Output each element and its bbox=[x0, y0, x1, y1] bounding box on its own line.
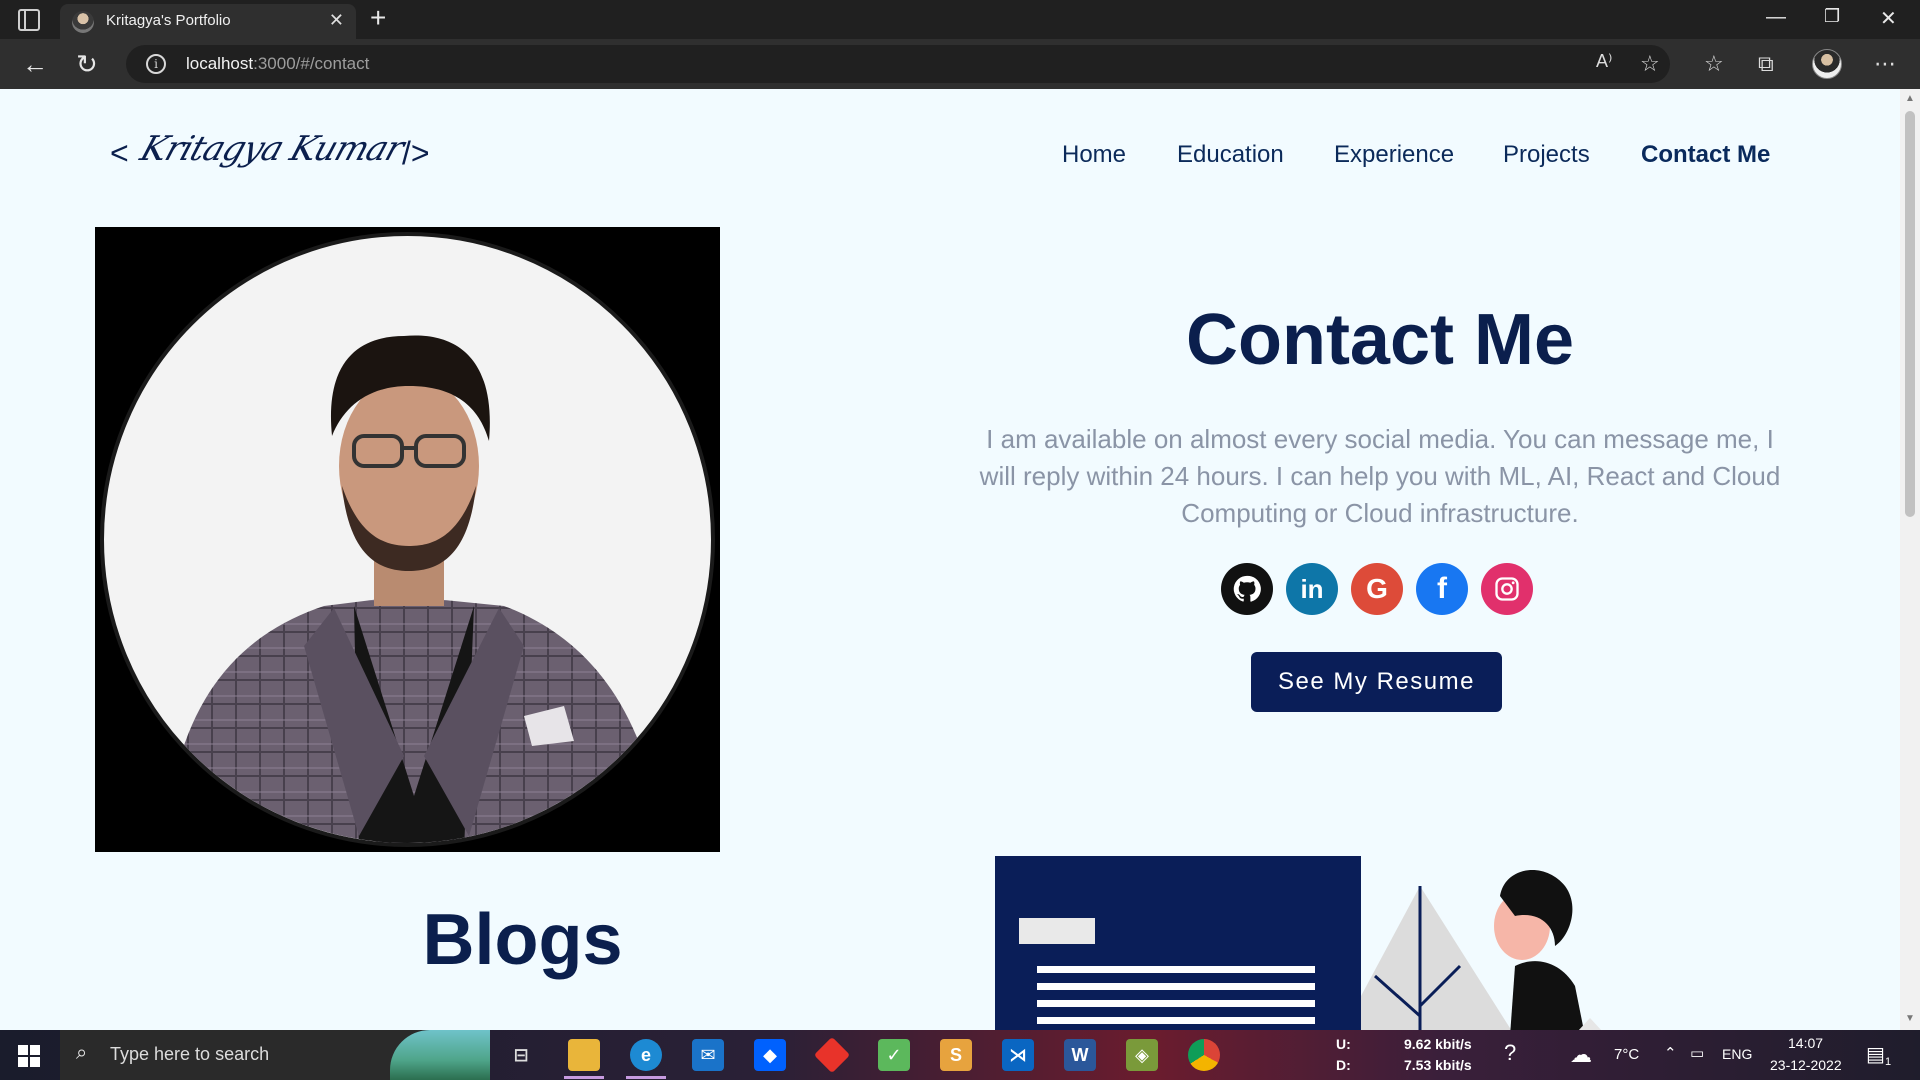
upload-speed: 9.62 kbit/s bbox=[1404, 1036, 1472, 1052]
github-icon[interactable] bbox=[1221, 563, 1273, 615]
profile-photo-circle bbox=[100, 232, 715, 847]
vscode-icon[interactable]: ⋊ bbox=[1002, 1039, 1034, 1071]
file-explorer-icon[interactable] bbox=[568, 1039, 600, 1071]
windows-taskbar: ⌕ Type here to search ⊟ e ✉ ◆ ✓ S ⋊ W ◈ … bbox=[0, 1030, 1920, 1080]
site-info-icon[interactable]: i bbox=[146, 54, 166, 74]
help-icon[interactable]: ? bbox=[1504, 1040, 1516, 1066]
url-field[interactable]: i localhost:3000/#/contact bbox=[126, 45, 1670, 83]
edge-indicator bbox=[626, 1076, 666, 1079]
language-indicator[interactable]: ENG bbox=[1722, 1046, 1752, 1062]
address-bar: ← ↻ i localhost:3000/#/contact A⁾ ☆ ☆ ⧉ … bbox=[0, 39, 1920, 89]
task-view-icon[interactable]: ⊟ bbox=[505, 1039, 537, 1071]
nav-contact-me[interactable]: Contact Me bbox=[1641, 141, 1770, 169]
linkedin-icon[interactable]: in bbox=[1286, 563, 1338, 615]
clock-date[interactable]: 23-12-2022 bbox=[1770, 1057, 1842, 1073]
mail-icon[interactable]: ✉ bbox=[692, 1039, 724, 1071]
person-figure bbox=[164, 335, 664, 843]
facebook-icon[interactable]: f bbox=[1416, 563, 1468, 615]
new-tab-icon[interactable]: + bbox=[370, 2, 386, 34]
taskbar-search-placeholder: Type here to search bbox=[110, 1044, 270, 1064]
weather-cloud-icon[interactable]: ☁ bbox=[1570, 1042, 1592, 1068]
word-icon[interactable]: W bbox=[1064, 1039, 1096, 1071]
url-path: :3000/#/contact bbox=[253, 54, 370, 73]
tab-actions-icon[interactable] bbox=[18, 9, 40, 31]
add-favorite-icon[interactable]: ☆ bbox=[1640, 51, 1660, 77]
logo-open-bracket: < bbox=[110, 135, 129, 171]
search-icon: ⌕ bbox=[76, 1042, 88, 1064]
file-explorer-indicator bbox=[564, 1076, 604, 1079]
search-highlight-image bbox=[390, 1030, 490, 1080]
nav-education[interactable]: Education bbox=[1177, 141, 1284, 169]
checkmark-app-icon[interactable]: ✓ bbox=[878, 1039, 910, 1071]
upload-label: U: bbox=[1336, 1036, 1351, 1052]
sublime-icon[interactable]: S bbox=[940, 1039, 972, 1071]
refresh-icon[interactable]: ↻ bbox=[76, 49, 98, 80]
blogs-title: Blogs bbox=[422, 900, 623, 980]
see-resume-button[interactable]: See My Resume bbox=[1251, 652, 1502, 712]
download-label: D: bbox=[1336, 1057, 1351, 1073]
url-text: localhost:3000/#/contact bbox=[186, 54, 369, 74]
dropbox-icon[interactable]: ◆ bbox=[754, 1039, 786, 1071]
scroll-down-icon[interactable]: ▼ bbox=[1905, 1013, 1915, 1024]
temperature[interactable]: 7°C bbox=[1614, 1046, 1639, 1063]
tab-close-icon[interactable]: ✕ bbox=[329, 10, 344, 31]
logo-close-bracket: /> bbox=[402, 135, 430, 171]
instagram-icon[interactable] bbox=[1481, 563, 1533, 615]
restore-icon[interactable]: ❐ bbox=[1824, 6, 1840, 27]
download-speed: 7.53 kbit/s bbox=[1404, 1057, 1472, 1073]
read-aloud-icon[interactable]: A⁾ bbox=[1596, 51, 1612, 72]
collections-icon[interactable]: ⧉ bbox=[1758, 51, 1774, 77]
page-scrollbar[interactable]: ▲ ▼ bbox=[1900, 89, 1920, 1030]
browser-tab-bar: Kritagya's Portfolio ✕ + — ❐ ✕ bbox=[0, 0, 1920, 39]
battery-icon[interactable]: ▭ bbox=[1690, 1044, 1704, 1062]
profile-photo bbox=[95, 227, 720, 852]
favorites-icon[interactable]: ☆ bbox=[1704, 51, 1724, 77]
blog-illustration bbox=[995, 856, 1602, 1030]
more-menu-icon[interactable]: ⋯ bbox=[1874, 51, 1896, 77]
contact-title: Contact Me bbox=[1185, 300, 1575, 380]
git-app-icon[interactable]: ◈ bbox=[1126, 1039, 1158, 1071]
nav-home[interactable]: Home bbox=[1062, 141, 1126, 169]
taskbar-search[interactable]: ⌕ Type here to search bbox=[60, 1030, 490, 1080]
tab-title: Kritagya's Portfolio bbox=[106, 12, 231, 29]
browser-tab[interactable]: Kritagya's Portfolio ✕ bbox=[60, 4, 356, 39]
anydesk-icon[interactable] bbox=[813, 1036, 851, 1074]
notification-icon[interactable]: ▤ bbox=[1866, 1042, 1885, 1067]
google-icon[interactable]: G bbox=[1351, 563, 1403, 615]
notification-count: 1 bbox=[1885, 1056, 1892, 1068]
windows-start-icon[interactable] bbox=[18, 1045, 40, 1067]
scroll-up-icon[interactable]: ▲ bbox=[1905, 93, 1915, 104]
minimize-icon[interactable]: — bbox=[1766, 6, 1786, 29]
tray-expand-icon[interactable]: ⌃ bbox=[1664, 1044, 1677, 1062]
portfolio-page: < Kritagya Kumar /> Home Education Exper… bbox=[0, 89, 1900, 1030]
clock-time[interactable]: 14:07 bbox=[1788, 1035, 1823, 1051]
contact-description: I am available on almost every social me… bbox=[979, 424, 1781, 528]
back-arrow-icon[interactable]: ← bbox=[22, 49, 48, 80]
nav-experience[interactable]: Experience bbox=[1334, 141, 1454, 169]
scroll-thumb[interactable] bbox=[1905, 111, 1915, 517]
logo-signature: Kritagya Kumar bbox=[135, 129, 409, 169]
edge-icon[interactable]: e bbox=[630, 1039, 662, 1071]
close-window-icon[interactable]: ✕ bbox=[1880, 6, 1897, 31]
profile-avatar[interactable] bbox=[1812, 49, 1842, 79]
chrome-icon[interactable] bbox=[1188, 1039, 1220, 1071]
tab-favicon-icon bbox=[72, 11, 94, 33]
url-host: localhost bbox=[186, 54, 254, 73]
nav-projects[interactable]: Projects bbox=[1503, 141, 1590, 169]
